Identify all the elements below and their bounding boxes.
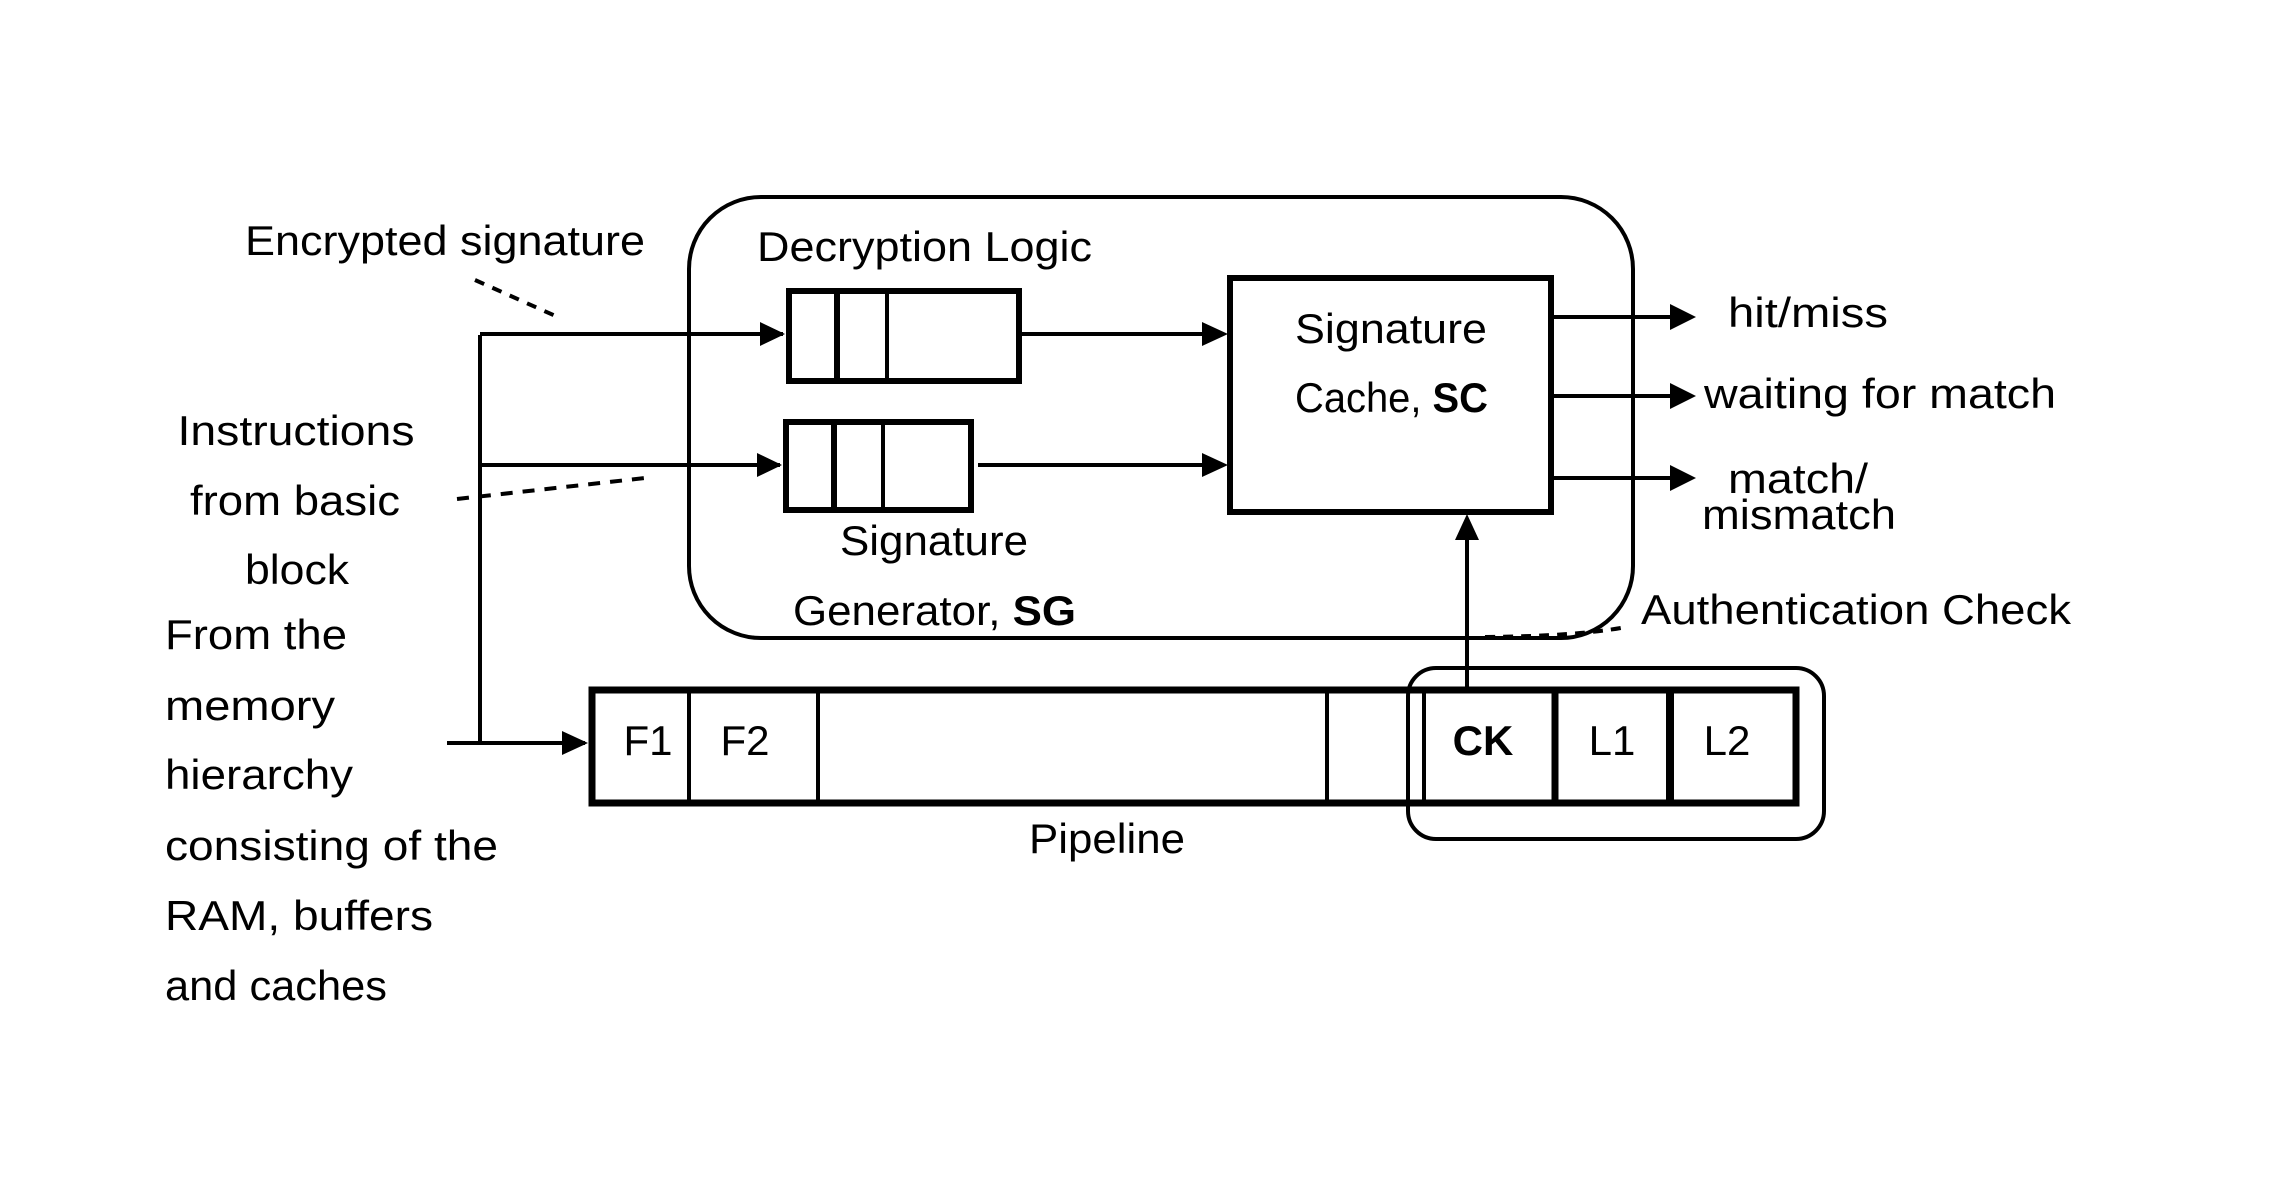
instructions-label-line: block bbox=[245, 546, 350, 593]
arrowhead-icon bbox=[1202, 453, 1228, 477]
memory-label-line: consisting of the bbox=[165, 822, 498, 869]
pipeline: F1 F2 CK L1 L2 bbox=[588, 686, 1800, 807]
signature-generator-label-line1: Signature bbox=[840, 517, 1028, 564]
generator-prefix: Generator, bbox=[793, 587, 1013, 634]
encrypted-signature-leader bbox=[474, 278, 561, 320]
pipeline-stage-l2: L2 bbox=[1704, 717, 1751, 764]
signature-generator-register bbox=[783, 419, 974, 513]
pipeline-stage-ck: CK bbox=[1453, 717, 1514, 764]
instructions-leader bbox=[456, 476, 646, 501]
memory-label-line: hierarchy bbox=[165, 751, 353, 798]
cache-prefix: Cache, bbox=[1295, 374, 1433, 421]
pipeline-stage-f1: F1 bbox=[623, 717, 672, 764]
pipeline-stage-f2: F2 bbox=[720, 717, 769, 764]
decryption-register bbox=[786, 288, 1022, 384]
encrypted-signature-label: Encrypted signature bbox=[245, 217, 645, 264]
instructions-label-line: Instructions bbox=[178, 407, 415, 454]
arrowhead-icon bbox=[757, 453, 782, 477]
memory-label-line: From the bbox=[165, 611, 347, 658]
pipeline-label: Pipeline bbox=[1029, 815, 1185, 862]
memory-label-line: RAM, buffers bbox=[165, 892, 433, 939]
authentication-check-label: Authentication Check bbox=[1641, 586, 2072, 633]
instructions-label-line: from basic bbox=[190, 477, 400, 524]
signature-generator-label-line2: Generator, SG bbox=[793, 587, 1076, 634]
sc-abbrev: SC bbox=[1433, 374, 1488, 421]
arrowhead-icon bbox=[1670, 383, 1696, 409]
match-label-line2: mismatch bbox=[1702, 491, 1896, 538]
arrowhead-icon bbox=[1455, 514, 1479, 540]
memory-label-line: memory bbox=[165, 682, 335, 729]
memory-hierarchy-label: From the memory hierarchy consisting of … bbox=[165, 611, 498, 1009]
arrowhead-icon bbox=[1202, 322, 1228, 346]
pipeline-stage-l1: L1 bbox=[1589, 717, 1636, 764]
authentication-architecture-diagram: Encrypted signature Instructions from ba… bbox=[165, 195, 2072, 1009]
authentication-check-leader bbox=[1484, 625, 1627, 639]
signature-cache-label-line1: Signature bbox=[1295, 305, 1487, 352]
hit-miss-label: hit/miss bbox=[1728, 289, 1888, 336]
waiting-for-match-label: waiting for match bbox=[1703, 370, 2056, 417]
sg-abbrev: SG bbox=[1013, 587, 1076, 634]
arrowhead-icon bbox=[1670, 465, 1696, 491]
arrowhead-icon bbox=[760, 322, 785, 346]
memory-label-line: and caches bbox=[165, 962, 387, 1009]
arrowhead-icon bbox=[562, 731, 588, 755]
decryption-logic-label: Decryption Logic bbox=[757, 223, 1092, 270]
arrowhead-icon bbox=[1670, 304, 1696, 330]
instructions-label: Instructions from basic block bbox=[178, 407, 415, 593]
signature-cache-label-line2: Cache, SC bbox=[1295, 374, 1488, 421]
